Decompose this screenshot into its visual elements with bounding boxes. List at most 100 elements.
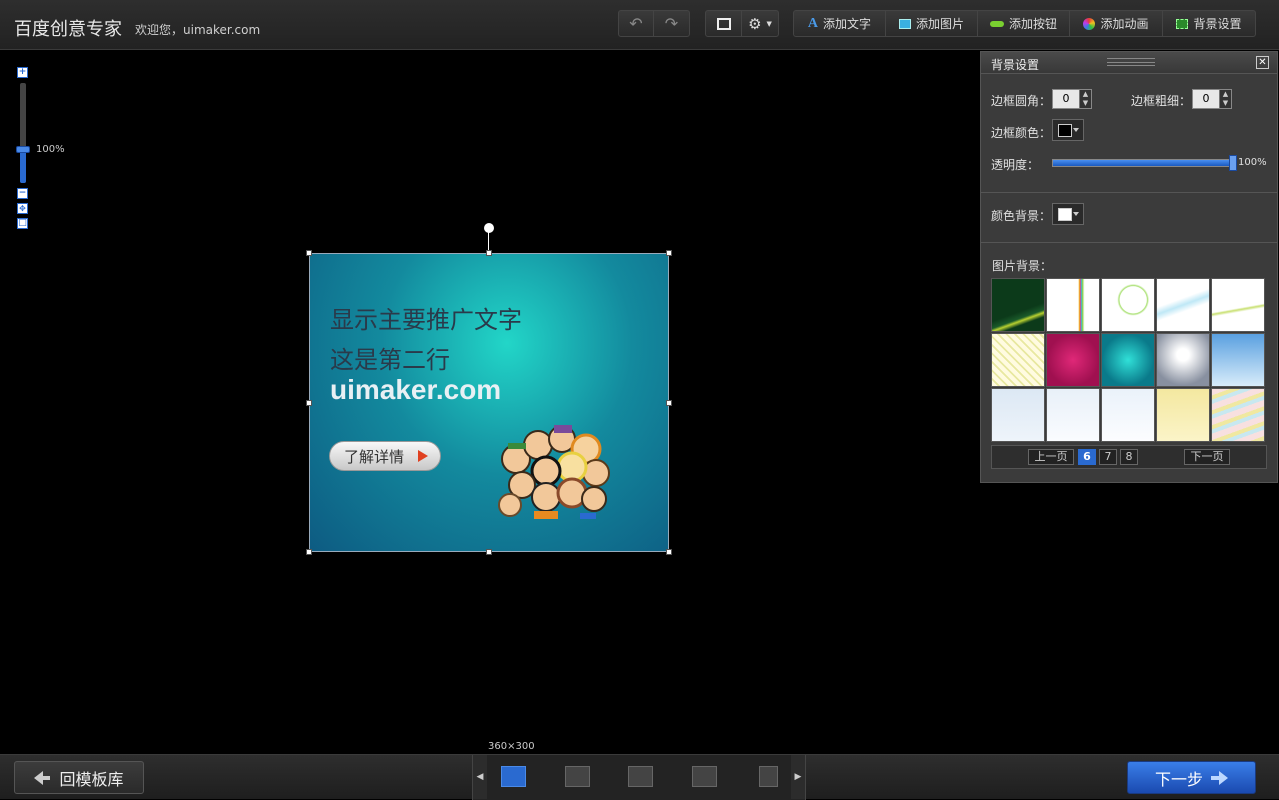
border-color-swatch [1058, 124, 1072, 137]
zoom-in-icon[interactable]: + [17, 67, 28, 78]
cta-button[interactable]: 了解详情 [329, 441, 441, 471]
redo-button[interactable]: ↷ [654, 11, 689, 36]
background-thumbnail[interactable] [1046, 388, 1100, 442]
background-thumbnail[interactable] [1211, 278, 1265, 332]
promo-text-line-2[interactable]: 这是第二行 [330, 340, 450, 375]
opacity-slider-handle[interactable] [1229, 155, 1237, 171]
zoom-control: + − ✥ □ [16, 67, 30, 237]
page-button-7[interactable]: 7 [1099, 449, 1117, 465]
background-thumbnail[interactable] [1156, 278, 1210, 332]
add-image-button[interactable]: 添加图片 [886, 11, 978, 36]
opacity-slider-fill [1053, 160, 1231, 166]
back-to-templates-button[interactable]: 回模板库 [14, 761, 144, 794]
page-thumbnail[interactable] [628, 766, 653, 787]
next-page-button[interactable]: 下一页 [1184, 449, 1230, 465]
resize-handle-ne[interactable] [666, 250, 672, 256]
color-background-picker[interactable] [1052, 203, 1084, 225]
undo-button[interactable]: ↶ [619, 11, 654, 36]
panel-header[interactable]: 背景设置 ✕ [981, 52, 1277, 74]
background-thumbnail[interactable] [1211, 333, 1265, 387]
settings-button[interactable]: ⚙ ▼ [742, 11, 778, 36]
chevron-down-icon: ▼ [766, 19, 772, 28]
background-thumbnail[interactable] [1211, 388, 1265, 442]
strip-next-icon[interactable]: ▶ [791, 755, 805, 799]
border-width-stepper[interactable]: 0 ▲ ▼ [1192, 89, 1232, 109]
border-width-value[interactable]: 0 [1193, 90, 1219, 108]
text-icon: A [807, 15, 819, 31]
canvas-dimensions-label: 360×300 [488, 741, 535, 752]
rotate-handle[interactable] [484, 223, 494, 233]
background-thumbnail[interactable] [1101, 388, 1155, 442]
rotate-line [488, 232, 489, 252]
background-thumbnail[interactable] [1101, 278, 1155, 332]
play-arrow-icon [418, 450, 428, 462]
page-button-6[interactable]: 6 [1078, 449, 1096, 465]
drag-grip-icon[interactable] [1107, 58, 1155, 66]
resize-handle-s[interactable] [486, 549, 492, 555]
background-thumbnail[interactable] [1156, 388, 1210, 442]
fit-screen-icon [716, 17, 731, 30]
zoom-out-icon[interactable]: − [17, 188, 28, 199]
page-thumbnail[interactable] [501, 766, 526, 787]
fit-screen-button[interactable] [706, 11, 742, 36]
background-thumbnail[interactable] [1046, 278, 1100, 332]
arrow-left-icon [34, 770, 51, 785]
resize-handle-se[interactable] [666, 549, 672, 555]
background-thumbnail[interactable] [1101, 333, 1155, 387]
resize-handle-e[interactable] [666, 400, 672, 406]
zoom-fit-icon[interactable]: ✥ [17, 203, 28, 214]
opacity-value: 100% [1238, 157, 1267, 168]
resize-handle-n[interactable] [486, 250, 492, 256]
top-bar: 百度创意专家 欢迎您，uimaker.com ↶ ↷ ⚙ ▼ A 添加文字 添加… [0, 0, 1279, 50]
background-thumbnail[interactable] [1156, 333, 1210, 387]
background-thumbnail[interactable] [1046, 333, 1100, 387]
panel-title: 背景设置 [991, 58, 1040, 72]
add-text-button[interactable]: A 添加文字 [794, 11, 886, 36]
add-animation-button[interactable]: 添加动画 [1070, 11, 1163, 36]
insert-group: A 添加文字 添加图片 添加按钮 添加动画 背景设置 [793, 10, 1256, 37]
border-color-picker[interactable] [1052, 119, 1084, 141]
prev-page-button[interactable]: 上一页 [1028, 449, 1074, 465]
promo-text-line-1[interactable]: 显示主要推广文字 [330, 300, 522, 335]
border-radius-stepper[interactable]: 0 ▲ ▼ [1052, 89, 1092, 109]
background-settings-button[interactable]: 背景设置 [1163, 11, 1255, 36]
next-step-button[interactable]: 下一步 [1127, 761, 1256, 794]
stepper-arrows-icon[interactable]: ▲ ▼ [1219, 90, 1231, 108]
background-settings-label: 背景设置 [1193, 17, 1242, 31]
resize-handle-sw[interactable] [306, 549, 312, 555]
page-thumbnail[interactable] [565, 766, 590, 787]
resize-handle-w[interactable] [306, 400, 312, 406]
zoom-slider[interactable] [16, 83, 30, 183]
strip-prev-icon[interactable]: ◀ [473, 755, 487, 799]
opacity-label: 透明度： [991, 158, 1040, 172]
redo-icon: ↷ [664, 14, 679, 33]
animation-icon [1083, 17, 1096, 30]
resize-handle-nw[interactable] [306, 250, 312, 256]
page-thumbnail[interactable] [692, 766, 717, 787]
stepper-arrows-icon[interactable]: ▲ ▼ [1079, 90, 1091, 108]
background-thumbnail[interactable] [991, 278, 1045, 332]
opacity-slider[interactable] [1052, 159, 1232, 167]
zoom-slider-handle[interactable] [16, 146, 30, 153]
add-button-label: 添加按钮 [1008, 17, 1057, 31]
cartoon-group-image[interactable] [486, 419, 620, 523]
thumbnail-pager: 上一页 6 7 8 下一页 [991, 445, 1267, 469]
chevron-down-icon [1073, 128, 1079, 132]
border-radius-value[interactable]: 0 [1053, 90, 1079, 108]
background-thumbnail[interactable] [991, 388, 1045, 442]
page-thumbnail[interactable] [759, 766, 778, 787]
zoom-actual-icon[interactable]: □ [17, 218, 28, 229]
gear-icon: ⚙ [748, 14, 762, 33]
ad-canvas[interactable]: 显示主要推广文字 这是第二行 uimaker.com 了解详情 [309, 253, 669, 552]
zoom-level-label: 100% [36, 144, 65, 155]
promo-text-url[interactable]: uimaker.com [330, 374, 501, 406]
add-text-label: 添加文字 [823, 17, 872, 31]
close-icon[interactable]: ✕ [1256, 56, 1269, 69]
page-button-8[interactable]: 8 [1120, 449, 1138, 465]
color-background-swatch [1058, 208, 1072, 221]
cartoon-faces [498, 425, 610, 519]
background-thumbnail[interactable] [991, 333, 1045, 387]
app-title: 百度创意专家 [14, 19, 122, 40]
add-button-button[interactable]: 添加按钮 [978, 11, 1070, 36]
chevron-down-icon [1073, 212, 1079, 216]
